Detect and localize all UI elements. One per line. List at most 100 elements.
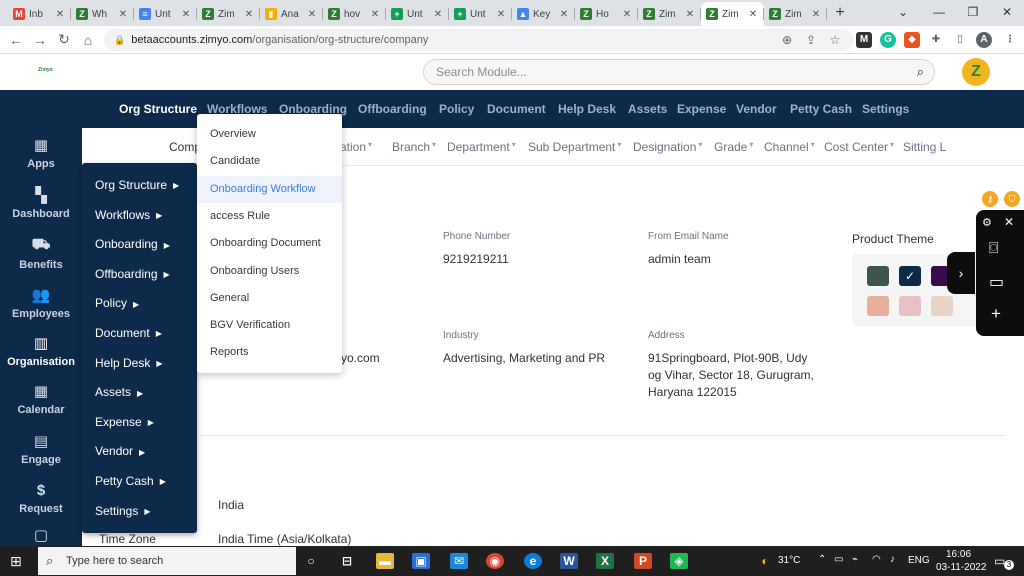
chrome-icon[interactable]: ◉ <box>486 553 504 569</box>
sidebar-item-benefits[interactable]: ⛟ Benefits <box>0 236 82 271</box>
widgets-icon[interactable]: ⊟ <box>338 553 356 569</box>
key-icon[interactable]: ⚷ <box>982 191 998 207</box>
browser-tab[interactable]: Z Zim ✕ <box>638 2 701 26</box>
browser-menu-icon[interactable]: ⋮ <box>1002 32 1018 48</box>
sidebar-item-calendar[interactable]: ▦ Calendar <box>0 382 82 416</box>
taskbar-search-input[interactable]: ⌕ Type here to search <box>38 547 296 575</box>
submenu-item-overview[interactable]: Overview <box>197 121 342 148</box>
theme-swatch[interactable] <box>867 296 889 316</box>
extension-m-icon[interactable]: M <box>856 32 872 48</box>
menu-item-workflows[interactable]: Workflows ▶ <box>95 208 162 222</box>
tab-close-icon[interactable]: ✕ <box>495 9 507 20</box>
reload-icon[interactable]: ↻ <box>52 31 76 48</box>
windows-start-icon[interactable]: ⊞ <box>10 553 22 570</box>
add-icon[interactable]: + <box>991 304 1001 324</box>
tab-close-icon[interactable]: ✕ <box>54 9 66 20</box>
bookmark-star-icon[interactable]: ☆ <box>824 29 846 51</box>
forward-icon[interactable]: → <box>28 32 52 48</box>
menu-item-org-structure[interactable]: Org Structure ▶ <box>95 178 179 192</box>
topnav-item-expense[interactable]: Expense <box>677 102 726 116</box>
tab-close-icon[interactable]: ✕ <box>432 9 444 20</box>
theme-swatch[interactable] <box>931 296 953 316</box>
close-window-button[interactable]: ✕ <box>990 0 1024 26</box>
submenu-item-onboarding-users[interactable]: Onboarding Users <box>197 258 342 285</box>
mail-icon[interactable]: ✉ <box>450 553 468 569</box>
side-panel-icon[interactable]: ▯ <box>952 32 968 48</box>
extensions-puzzle-icon[interactable]: ✚ <box>928 32 944 48</box>
menu-item-policy[interactable]: Policy ▶ <box>95 296 139 310</box>
sidebar-item-organisation[interactable]: ▥ Organisation <box>0 334 82 368</box>
settings-gear-icon[interactable]: ⚙ <box>982 216 992 229</box>
menu-item-assets[interactable]: Assets ▶ <box>95 385 143 399</box>
theme-swatch[interactable]: ✓ <box>899 266 921 286</box>
file-explorer-icon[interactable]: ▬ <box>376 553 394 569</box>
menu-item-offboarding[interactable]: Offboarding ▶ <box>95 267 170 281</box>
battery-icon[interactable]: ▭ <box>834 554 843 565</box>
tab-close-icon[interactable]: ✕ <box>306 9 318 20</box>
back-icon[interactable]: ← <box>4 32 28 48</box>
cart-icon[interactable]: ⛉ <box>1004 191 1020 207</box>
tab-search-button[interactable]: ⌄ <box>886 0 920 26</box>
zoom-icon[interactable]: ⊕ <box>776 29 798 51</box>
user-avatar[interactable]: Z <box>962 58 990 86</box>
topnav-item-org-structure[interactable]: Org Structure <box>119 102 197 116</box>
topnav-item-policy[interactable]: Policy <box>439 102 474 116</box>
sidebar-item-apps[interactable]: ▦ Apps <box>0 136 82 170</box>
expand-arrow-icon[interactable]: › <box>947 252 975 294</box>
new-tab-button[interactable]: + <box>827 2 853 26</box>
tab-close-icon[interactable]: ✕ <box>180 9 192 20</box>
submenu-item-bgv-verification[interactable]: BGV Verification <box>197 312 342 339</box>
menu-item-document[interactable]: Document ▶ <box>95 326 162 340</box>
profile-avatar[interactable]: A <box>976 32 992 48</box>
share-icon[interactable]: ⇪ <box>800 29 822 51</box>
menu-item-expense[interactable]: Expense ▶ <box>95 415 154 429</box>
subnav-item-channel[interactable]: Channel ▾ <box>764 140 815 154</box>
theme-swatch[interactable] <box>899 296 921 316</box>
minimize-button[interactable]: — <box>922 0 956 26</box>
submenu-item-general[interactable]: General <box>197 285 342 312</box>
extension-orange-icon[interactable]: ◆ <box>904 32 920 48</box>
restore-button[interactable]: ❐ <box>956 0 990 26</box>
menu-item-petty-cash[interactable]: Petty Cash ▶ <box>95 474 166 488</box>
sidebar-item-request[interactable]: $ Request <box>0 482 82 515</box>
browser-tab[interactable]: ▮ Ana ✕ <box>260 2 323 26</box>
clock-date[interactable]: 03-11-2022 <box>936 562 986 573</box>
sidebar-item-engage[interactable]: ▤ Engage <box>0 432 82 466</box>
search-icon[interactable]: ⌕ <box>917 60 924 84</box>
tab-close-icon[interactable]: ✕ <box>684 9 696 20</box>
topnav-item-help-desk[interactable]: Help Desk <box>558 102 616 116</box>
subnav-item-department[interactable]: Department ▾ <box>447 140 516 154</box>
network-icon[interactable]: ⌁ <box>852 554 858 565</box>
tab-close-icon[interactable]: ✕ <box>369 9 381 20</box>
topnav-item-offboarding[interactable]: Offboarding <box>358 102 427 116</box>
browser-tab[interactable]: + Unt ✕ <box>449 2 512 26</box>
home-icon[interactable]: ⌂ <box>76 32 100 48</box>
topnav-item-vendor[interactable]: Vendor <box>736 102 777 116</box>
sidebar-item-more[interactable]: ▢ <box>0 526 82 548</box>
volume-icon[interactable]: ♪ <box>890 554 895 565</box>
subnav-item-branch[interactable]: Branch ▾ <box>392 140 436 154</box>
weather-icon[interactable]: ◐ <box>756 553 774 569</box>
edge-icon[interactable]: e <box>524 553 542 569</box>
clock-time[interactable]: 16:06 <box>946 549 971 560</box>
tab-close-icon[interactable]: ✕ <box>810 9 822 20</box>
submenu-item-access-rule[interactable]: access Rule <box>197 203 342 230</box>
submenu-item-onboarding-workflow[interactable]: Onboarding Workflow <box>197 175 342 203</box>
subnav-item-designation[interactable]: Designation ▾ <box>633 140 702 154</box>
menu-item-onboarding[interactable]: Onboarding ▶ <box>95 237 170 251</box>
browser-tab[interactable]: Z Zim ✕ <box>197 2 260 26</box>
close-icon[interactable]: ✕ <box>1004 215 1014 229</box>
temperature[interactable]: 31°C <box>778 555 800 566</box>
subnav-item-sitting-l[interactable]: Sitting L <box>903 140 946 154</box>
tab-close-icon[interactable]: ✕ <box>243 9 255 20</box>
browser-tab[interactable]: Z Zim ✕ <box>701 2 764 26</box>
excel-icon[interactable]: X <box>596 553 614 569</box>
grammarly-icon[interactable]: G <box>880 32 896 48</box>
tab-close-icon[interactable]: ✕ <box>621 9 633 20</box>
browser-tab[interactable]: Z Wh ✕ <box>71 2 134 26</box>
topnav-item-petty-cash[interactable]: Petty Cash <box>790 102 852 116</box>
powerpoint-icon[interactable]: P <box>634 553 652 569</box>
browser-tab[interactable]: Z Zim ✕ <box>764 2 827 26</box>
camera-icon[interactable]: ⌼ <box>989 240 999 258</box>
browser-tab[interactable]: ▲ Key ✕ <box>512 2 575 26</box>
